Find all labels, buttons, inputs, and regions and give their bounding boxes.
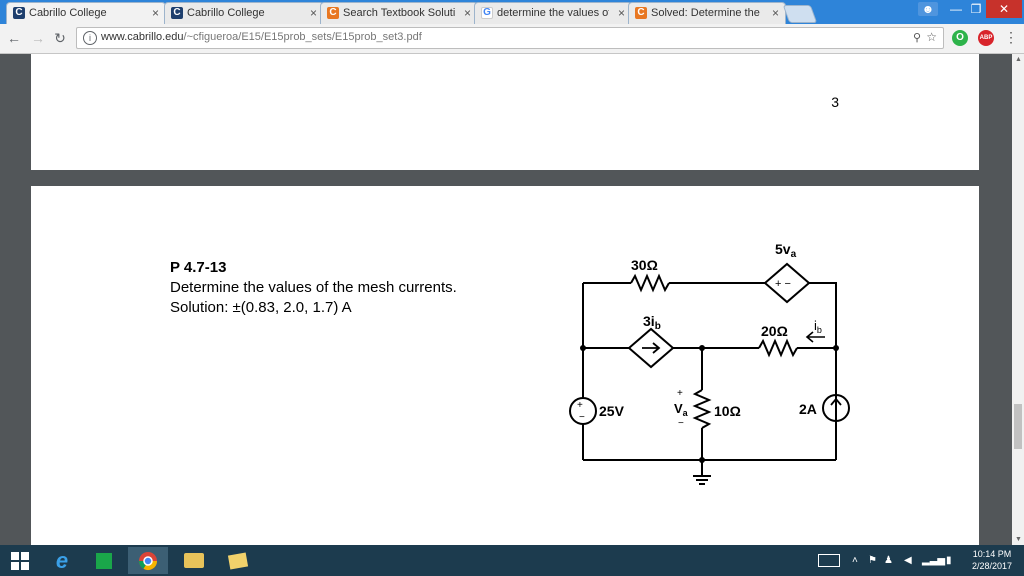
label-5va-sub: a xyxy=(791,249,797,260)
scroll-down-icon[interactable]: ▼ xyxy=(1015,536,1022,543)
windows-start-icon[interactable] xyxy=(0,547,40,574)
user-profile-icon[interactable]: ☻ xyxy=(918,2,938,16)
google-icon: G xyxy=(481,7,493,19)
close-tab-icon[interactable]: × xyxy=(618,6,625,20)
pdf-page: P 4.7-13 Determine the values of the mes… xyxy=(31,186,979,545)
restore-icon[interactable]: ❐ xyxy=(966,0,986,18)
scrollbar-thumb[interactable] xyxy=(1014,404,1022,449)
cabrillo-icon: C xyxy=(171,7,183,19)
label-5va: 5v xyxy=(775,241,791,257)
svg-text:+: + xyxy=(577,400,583,411)
tab-title: Solved: Determine the va xyxy=(651,7,763,19)
svg-text:5va: 5va xyxy=(775,241,797,260)
forward-icon[interactable]: → xyxy=(30,30,46,46)
new-tab-button[interactable] xyxy=(782,5,818,23)
extension-icon[interactable]: O xyxy=(952,30,968,46)
flag-icon[interactable]: ⚑ xyxy=(868,545,877,576)
store-icon[interactable] xyxy=(84,547,124,574)
taskbar-clock[interactable]: 10:14 PM 2/28/2017 xyxy=(962,548,1022,572)
keyboard-icon[interactable] xyxy=(818,545,840,576)
label-20-ohm: 20Ω xyxy=(761,323,788,339)
pdf-page: 3 xyxy=(31,54,979,170)
vertical-scrollbar[interactable]: ▲ ▼ xyxy=(1012,54,1024,545)
scroll-up-icon[interactable]: ▲ xyxy=(1015,56,1022,63)
cabrillo-icon: C xyxy=(13,7,25,19)
tab-title: Cabrillo College xyxy=(29,7,107,19)
url-path: /~cfigueroa/E15/E15prob_sets/E15prob_set… xyxy=(183,31,422,43)
windows-taskbar: e ˄ ⚑ ♟ ◀ ▂▃▅ ▮ 10:14 PM 2/28/2017 xyxy=(0,545,1024,576)
close-tab-icon[interactable]: × xyxy=(310,6,317,20)
tab-strip: C Cabrillo College × C Cabrillo College … xyxy=(0,0,1024,24)
label-10-ohm: 10Ω xyxy=(714,403,741,419)
tab-chegg-solved[interactable]: C Solved: Determine the va × xyxy=(628,2,786,24)
svg-text:ib: ib xyxy=(814,318,822,335)
info-icon[interactable]: i xyxy=(83,31,97,45)
close-tab-icon[interactable]: × xyxy=(152,6,159,20)
url-host: www.cabrillo.edu xyxy=(101,31,184,43)
chrome-icon[interactable] xyxy=(128,547,168,574)
circuit-diagram: + − + − + − 30Ω 5va 3ib 20Ω ib 25V Va 10… xyxy=(569,241,850,485)
address-bar[interactable]: i www.cabrillo.edu/~cfigueroa/E15/E15pro… xyxy=(76,27,944,49)
label-25v: 25V xyxy=(599,403,625,419)
file-explorer-icon[interactable] xyxy=(174,547,214,574)
label-2a: 2A xyxy=(799,401,817,417)
show-hidden-icons[interactable]: ˄ xyxy=(852,545,858,576)
internet-explorer-icon[interactable]: e xyxy=(42,547,82,574)
zoom-icon[interactable]: ⚲ xyxy=(913,31,921,44)
people-icon[interactable]: ♟ xyxy=(884,545,893,576)
label-30-ohm: 30Ω xyxy=(631,257,658,273)
svg-text:Va: Va xyxy=(674,401,689,418)
svg-text:+ −: + − xyxy=(775,278,791,290)
svg-text:+: + xyxy=(677,388,683,399)
label-va-sub: a xyxy=(683,408,689,418)
tab-title: Search Textbook Solutio xyxy=(343,7,455,19)
tab-title: determine the values of xyxy=(497,7,609,19)
svg-text:−: − xyxy=(579,412,585,423)
adblock-plus-icon[interactable]: ABP xyxy=(978,30,994,46)
clock-date: 2/28/2017 xyxy=(971,561,1013,571)
label-3ib-sub: b xyxy=(655,321,661,332)
folder-icon[interactable] xyxy=(218,547,258,574)
close-window-icon[interactable]: ✕ xyxy=(986,0,1022,18)
network-icon[interactable]: ▂▃▅ xyxy=(922,545,945,576)
close-tab-icon[interactable]: × xyxy=(464,6,471,20)
tab-cabrillo-1[interactable]: C Cabrillo College × xyxy=(6,2,166,24)
back-icon[interactable]: ← xyxy=(6,30,22,46)
url-text[interactable]: www.cabrillo.edu/~cfigueroa/E15/E15prob_… xyxy=(101,31,422,43)
chegg-icon: C xyxy=(327,7,339,19)
tab-title: Cabrillo College xyxy=(187,7,265,19)
chrome-menu-icon[interactable]: ⋮ xyxy=(1004,29,1018,46)
volume-icon[interactable]: ◀ xyxy=(904,545,912,576)
label-va: V xyxy=(674,401,683,416)
browser-toolbar: ← → ↻ i www.cabrillo.edu/~cfigueroa/E15/… xyxy=(0,24,1024,54)
pdf-viewer[interactable]: 3 P 4.7-13 Determine the values of the m… xyxy=(0,54,1012,545)
resistor-10 xyxy=(692,389,712,429)
clock-time: 10:14 PM xyxy=(972,549,1012,559)
battery-icon[interactable]: ▮ xyxy=(946,545,952,576)
resistor-20 xyxy=(758,338,798,358)
tab-chegg-search[interactable]: C Search Textbook Solutio × xyxy=(320,2,478,24)
tab-cabrillo-2[interactable]: C Cabrillo College × xyxy=(164,2,324,24)
minimize-icon[interactable]: — xyxy=(946,0,966,18)
page-number: 3 xyxy=(831,94,839,110)
reload-icon[interactable]: ↻ xyxy=(52,30,68,47)
resistor-30 xyxy=(630,273,670,293)
label-3ib: 3i xyxy=(643,313,655,329)
svg-text:−: − xyxy=(678,418,684,429)
close-tab-icon[interactable]: × xyxy=(772,6,779,20)
chegg-icon: C xyxy=(635,7,647,19)
tab-google-search[interactable]: G determine the values of × xyxy=(474,2,632,24)
bookmark-star-icon[interactable]: ☆ xyxy=(926,30,937,44)
label-ib-sub: b xyxy=(817,325,822,335)
